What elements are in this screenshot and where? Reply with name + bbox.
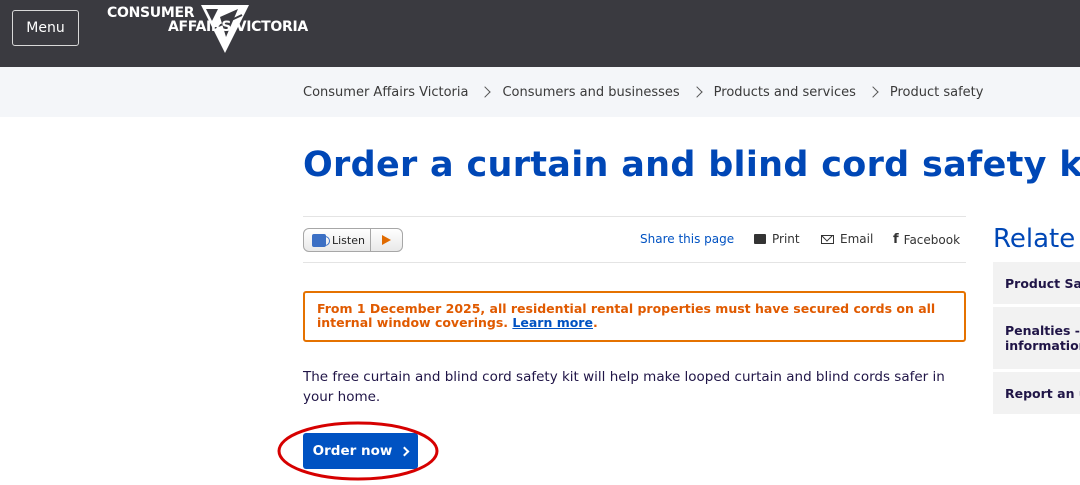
print-label: Print: [772, 232, 800, 246]
chevron-right-icon: [680, 85, 714, 100]
logo-text-line2: AFFAIRS VICTORIA: [168, 19, 308, 35]
alert-suffix: .: [592, 315, 598, 330]
site-header: Menu CONSUMER AFFAIRS VICTORIA: [0, 0, 1080, 67]
play-icon[interactable]: [370, 228, 402, 252]
related-item[interactable]: Product Sa: [993, 262, 1080, 304]
email-label: Email: [840, 232, 874, 246]
page-tools: Listen Share this page Print Email f Fac…: [303, 216, 966, 263]
site-logo[interactable]: CONSUMER AFFAIRS VICTORIA: [106, 3, 308, 55]
printer-icon: [754, 234, 766, 244]
related-item-label: Report an u: [1005, 385, 1080, 401]
facebook-icon: f: [893, 232, 899, 247]
listen-button[interactable]: Listen: [303, 228, 403, 252]
logo-text-line1: CONSUMER: [107, 5, 195, 21]
related-item[interactable]: Penalties - information: [993, 307, 1080, 369]
related-item[interactable]: Report an u: [993, 372, 1080, 414]
breadcrumb-item-home[interactable]: Consumer Affairs Victoria: [303, 85, 468, 100]
learn-more-link[interactable]: Learn more: [512, 315, 593, 330]
related-item-label: Penalties -: [1005, 323, 1080, 338]
print-button[interactable]: Print: [754, 232, 800, 246]
speaker-icon: [312, 233, 330, 247]
breadcrumb-item-products[interactable]: Products and services: [714, 85, 856, 100]
breadcrumb-item-consumers[interactable]: Consumers and businesses: [502, 85, 679, 100]
alert-text: From 1 December 2025, all residential re…: [317, 301, 936, 330]
mail-icon: [821, 234, 834, 244]
facebook-label: Facebook: [903, 232, 961, 247]
related-item-label: Product Sa: [1005, 275, 1080, 291]
breadcrumb-item-product-safety[interactable]: Product safety: [890, 85, 984, 100]
related-heading: Relate: [993, 224, 1076, 254]
related-list: Product Sa Penalties - information Repor…: [993, 262, 1080, 417]
facebook-button[interactable]: f Facebook: [893, 232, 960, 247]
breadcrumb: Consumer Affairs Victoria Consumers and …: [303, 67, 983, 117]
annotation-circle: [277, 421, 439, 481]
chevron-right-icon: [468, 85, 502, 100]
breadcrumb-bar: Consumer Affairs Victoria Consumers and …: [0, 67, 1080, 117]
menu-button[interactable]: Menu: [12, 10, 79, 46]
chevron-right-icon: [856, 85, 890, 100]
email-button[interactable]: Email: [821, 232, 873, 246]
share-page-link[interactable]: Share this page: [640, 232, 734, 246]
rental-cord-alert: From 1 December 2025, all residential re…: [303, 291, 966, 342]
related-item-label: information: [1005, 338, 1080, 353]
page-title: Order a curtain and blind cord safety ki…: [303, 145, 1080, 185]
listen-label: Listen: [332, 233, 365, 247]
intro-paragraph: The free curtain and blind cord safety k…: [303, 369, 945, 405]
